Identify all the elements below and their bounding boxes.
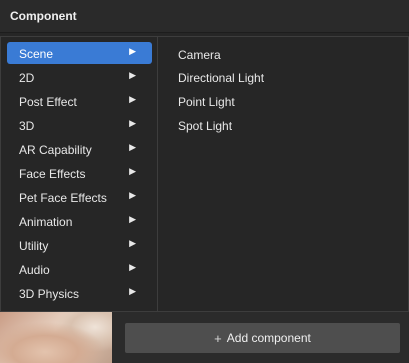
menu-item-label: AR Capability (19, 143, 92, 157)
menu-item-label: Scene (19, 47, 54, 61)
preview-image (0, 312, 112, 363)
plus-icon: + (214, 330, 222, 346)
menu-item-post-effect[interactable]: Post Effect ▶ (7, 90, 152, 112)
submenu-item-point-light[interactable]: Point Light (178, 95, 235, 109)
menu-item-label: 2D (19, 71, 35, 85)
menu-item-3d-physics[interactable]: 3D Physics ▶ (7, 282, 152, 304)
caret-right-icon: ▶ (129, 214, 136, 224)
panel-header: Component (0, 0, 409, 33)
caret-right-icon: ▶ (129, 46, 136, 56)
panel-title: Component (10, 9, 77, 23)
menu-item-ar-capability[interactable]: AR Capability ▶ (7, 138, 152, 160)
menu-item-label: Utility (19, 239, 49, 253)
category-list: Scene ▶ 2D ▶ Post Effect ▶ 3D ▶ AR Capab… (1, 37, 158, 311)
submenu-item-directional-light[interactable]: Directional Light (178, 71, 264, 85)
submenu-item-spot-light[interactable]: Spot Light (178, 119, 232, 133)
menu-item-face-effects[interactable]: Face Effects ▶ (7, 162, 152, 184)
component-menu: Scene ▶ 2D ▶ Post Effect ▶ 3D ▶ AR Capab… (0, 36, 409, 312)
menu-item-label: Post Effect (19, 95, 77, 109)
caret-right-icon: ▶ (129, 262, 136, 272)
add-component-button[interactable]: + Add component (125, 323, 400, 353)
menu-item-label: 3D (19, 119, 35, 133)
menu-item-3d[interactable]: 3D ▶ (7, 114, 152, 136)
menu-item-pet-face-effects[interactable]: Pet Face Effects ▶ (7, 186, 152, 208)
menu-item-label: Audio (19, 263, 50, 277)
menu-item-audio[interactable]: Audio ▶ (7, 258, 152, 280)
menu-item-label: 3D Physics (19, 287, 80, 301)
submenu-item-camera[interactable]: Camera (178, 48, 221, 62)
menu-item-2d[interactable]: 2D ▶ (7, 66, 152, 88)
caret-right-icon: ▶ (129, 94, 136, 104)
menu-item-scene[interactable]: Scene ▶ (7, 42, 152, 64)
caret-right-icon: ▶ (129, 142, 136, 152)
caret-right-icon: ▶ (129, 166, 136, 176)
menu-item-label: Animation (19, 215, 73, 229)
menu-item-animation[interactable]: Animation ▶ (7, 210, 152, 232)
add-component-label: Add component (226, 331, 311, 345)
caret-right-icon: ▶ (129, 190, 136, 200)
menu-item-label: Pet Face Effects (19, 191, 107, 205)
caret-right-icon: ▶ (129, 286, 136, 296)
menu-item-utility[interactable]: Utility ▶ (7, 234, 152, 256)
caret-right-icon: ▶ (129, 70, 136, 80)
caret-right-icon: ▶ (129, 118, 136, 128)
caret-right-icon: ▶ (129, 238, 136, 248)
menu-item-label: Face Effects (19, 167, 86, 181)
